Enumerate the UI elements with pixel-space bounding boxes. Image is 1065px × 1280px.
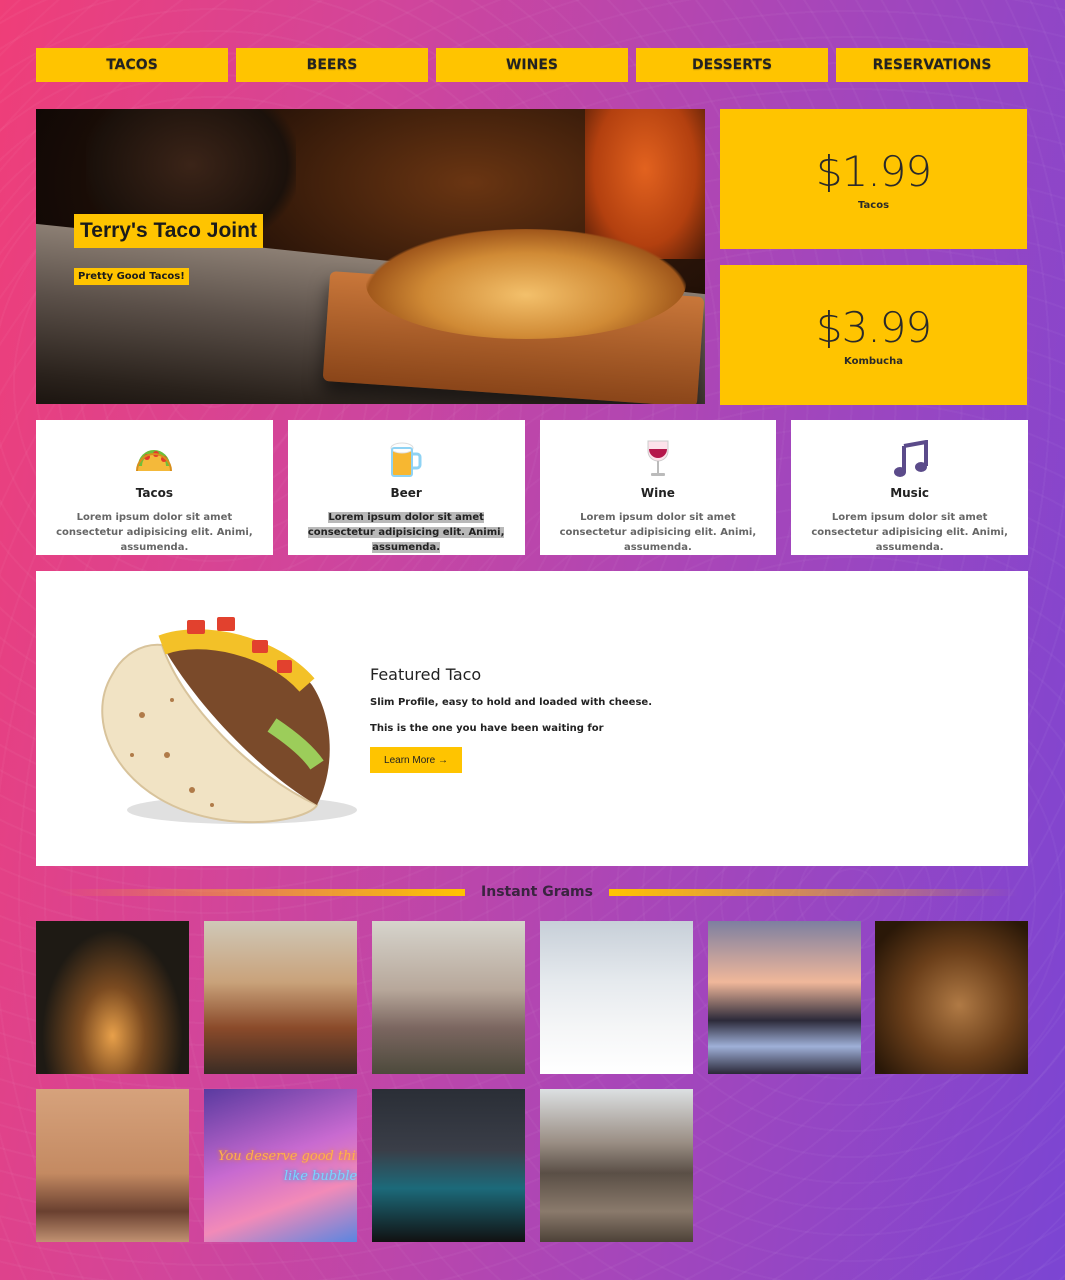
hero-subtitle: Pretty Good Tacos!	[74, 268, 189, 285]
main-nav: TACOS BEERS WINES DESSERTS RESERVATIONS	[36, 48, 1028, 82]
sea-stacks-sunset-photo[interactable]	[708, 921, 861, 1074]
feature-text: Lorem ipsum dolor sit amet consectetur a…	[811, 512, 1008, 553]
price-box-kombucha: $3.99 Kombucha	[720, 265, 1027, 405]
feature-card-tacos: Tacos Lorem ipsum dolor sit amet consect…	[36, 420, 273, 555]
feature-title: Wine	[640, 486, 675, 500]
snowy-street-photo[interactable]	[540, 921, 693, 1074]
featured-line-1: Slim Profile, easy to hold and loaded wi…	[370, 697, 652, 708]
nav-wines-button[interactable]: WINES	[436, 48, 628, 82]
feature-card-beer: Beer Lorem ipsum dolor sit amet consecte…	[287, 420, 525, 555]
feature-text: Lorem ipsum dolor sit amet consectetur a…	[559, 512, 757, 553]
price-amount: $3.99	[815, 303, 932, 352]
blue-car-photo[interactable]	[372, 1089, 525, 1242]
neon-text-1: You deserve good things	[218, 1149, 357, 1164]
bride-bouquet-photo[interactable]	[372, 921, 525, 1074]
wine-icon	[645, 438, 671, 480]
price-label: Tacos	[857, 200, 890, 211]
feature-title: Music	[890, 486, 930, 500]
price-box-tacos: $1.99 Tacos	[720, 109, 1027, 249]
taco-image	[101, 617, 357, 824]
beer-icon	[388, 438, 424, 480]
divider-left	[56, 888, 466, 896]
feature-text: Lorem ipsum dolor sit amet consectetur a…	[307, 512, 505, 553]
featured-line-2: This is the one you have been waiting fo…	[370, 723, 604, 734]
campfire-photo[interactable]	[540, 1089, 693, 1242]
taco-icon	[134, 438, 174, 480]
instant-grams-header: Instant Grams	[56, 880, 1019, 904]
nav-desserts-button[interactable]: DESSERTS	[636, 48, 828, 82]
hero-banner	[36, 109, 705, 404]
neon-sign-photo[interactable]: You deserve good things like bubble t	[204, 1089, 357, 1242]
feature-text: Lorem ipsum dolor sit amet consectetur a…	[56, 512, 253, 553]
nav-beers-button[interactable]: BEERS	[236, 48, 428, 82]
featured-taco-section: Featured Taco Slim Profile, easy to hold…	[36, 571, 1028, 866]
feature-card-wine: Wine Lorem ipsum dolor sit amet consecte…	[539, 420, 777, 555]
hero-tacos-food	[366, 229, 686, 339]
divider-right	[608, 888, 1019, 896]
price-label: Kombucha	[844, 356, 903, 367]
neon-text-2: like bubble t	[284, 1169, 357, 1184]
nav-tacos-button[interactable]: TACOS	[36, 48, 228, 82]
featured-title: Featured Taco	[370, 665, 482, 684]
nativity-scene-photo[interactable]	[36, 921, 189, 1074]
learn-more-button[interactable]: Learn More →	[370, 747, 462, 773]
feature-title: Beer	[390, 486, 422, 500]
price-amount: $1.99	[815, 147, 932, 196]
feature-title: Tacos	[135, 486, 173, 500]
three-women-photo[interactable]	[36, 1089, 189, 1242]
feature-card-music: Music Lorem ipsum dolor sit amet consect…	[791, 420, 1028, 555]
wedding-couple-photo[interactable]	[204, 921, 357, 1074]
instant-grams-title: Instant Grams	[481, 884, 593, 900]
hero-title: Terry's Taco Joint	[74, 214, 263, 248]
nav-reservations-button[interactable]: RESERVATIONS	[836, 48, 1028, 82]
feature-cards: Tacos Lorem ipsum dolor sit amet consect…	[36, 420, 1028, 555]
woman-blanket-photo[interactable]	[875, 921, 1028, 1074]
music-icon	[892, 438, 928, 480]
feature-text-highlighted: Lorem ipsum dolor sit amet consectetur a…	[306, 510, 506, 555]
